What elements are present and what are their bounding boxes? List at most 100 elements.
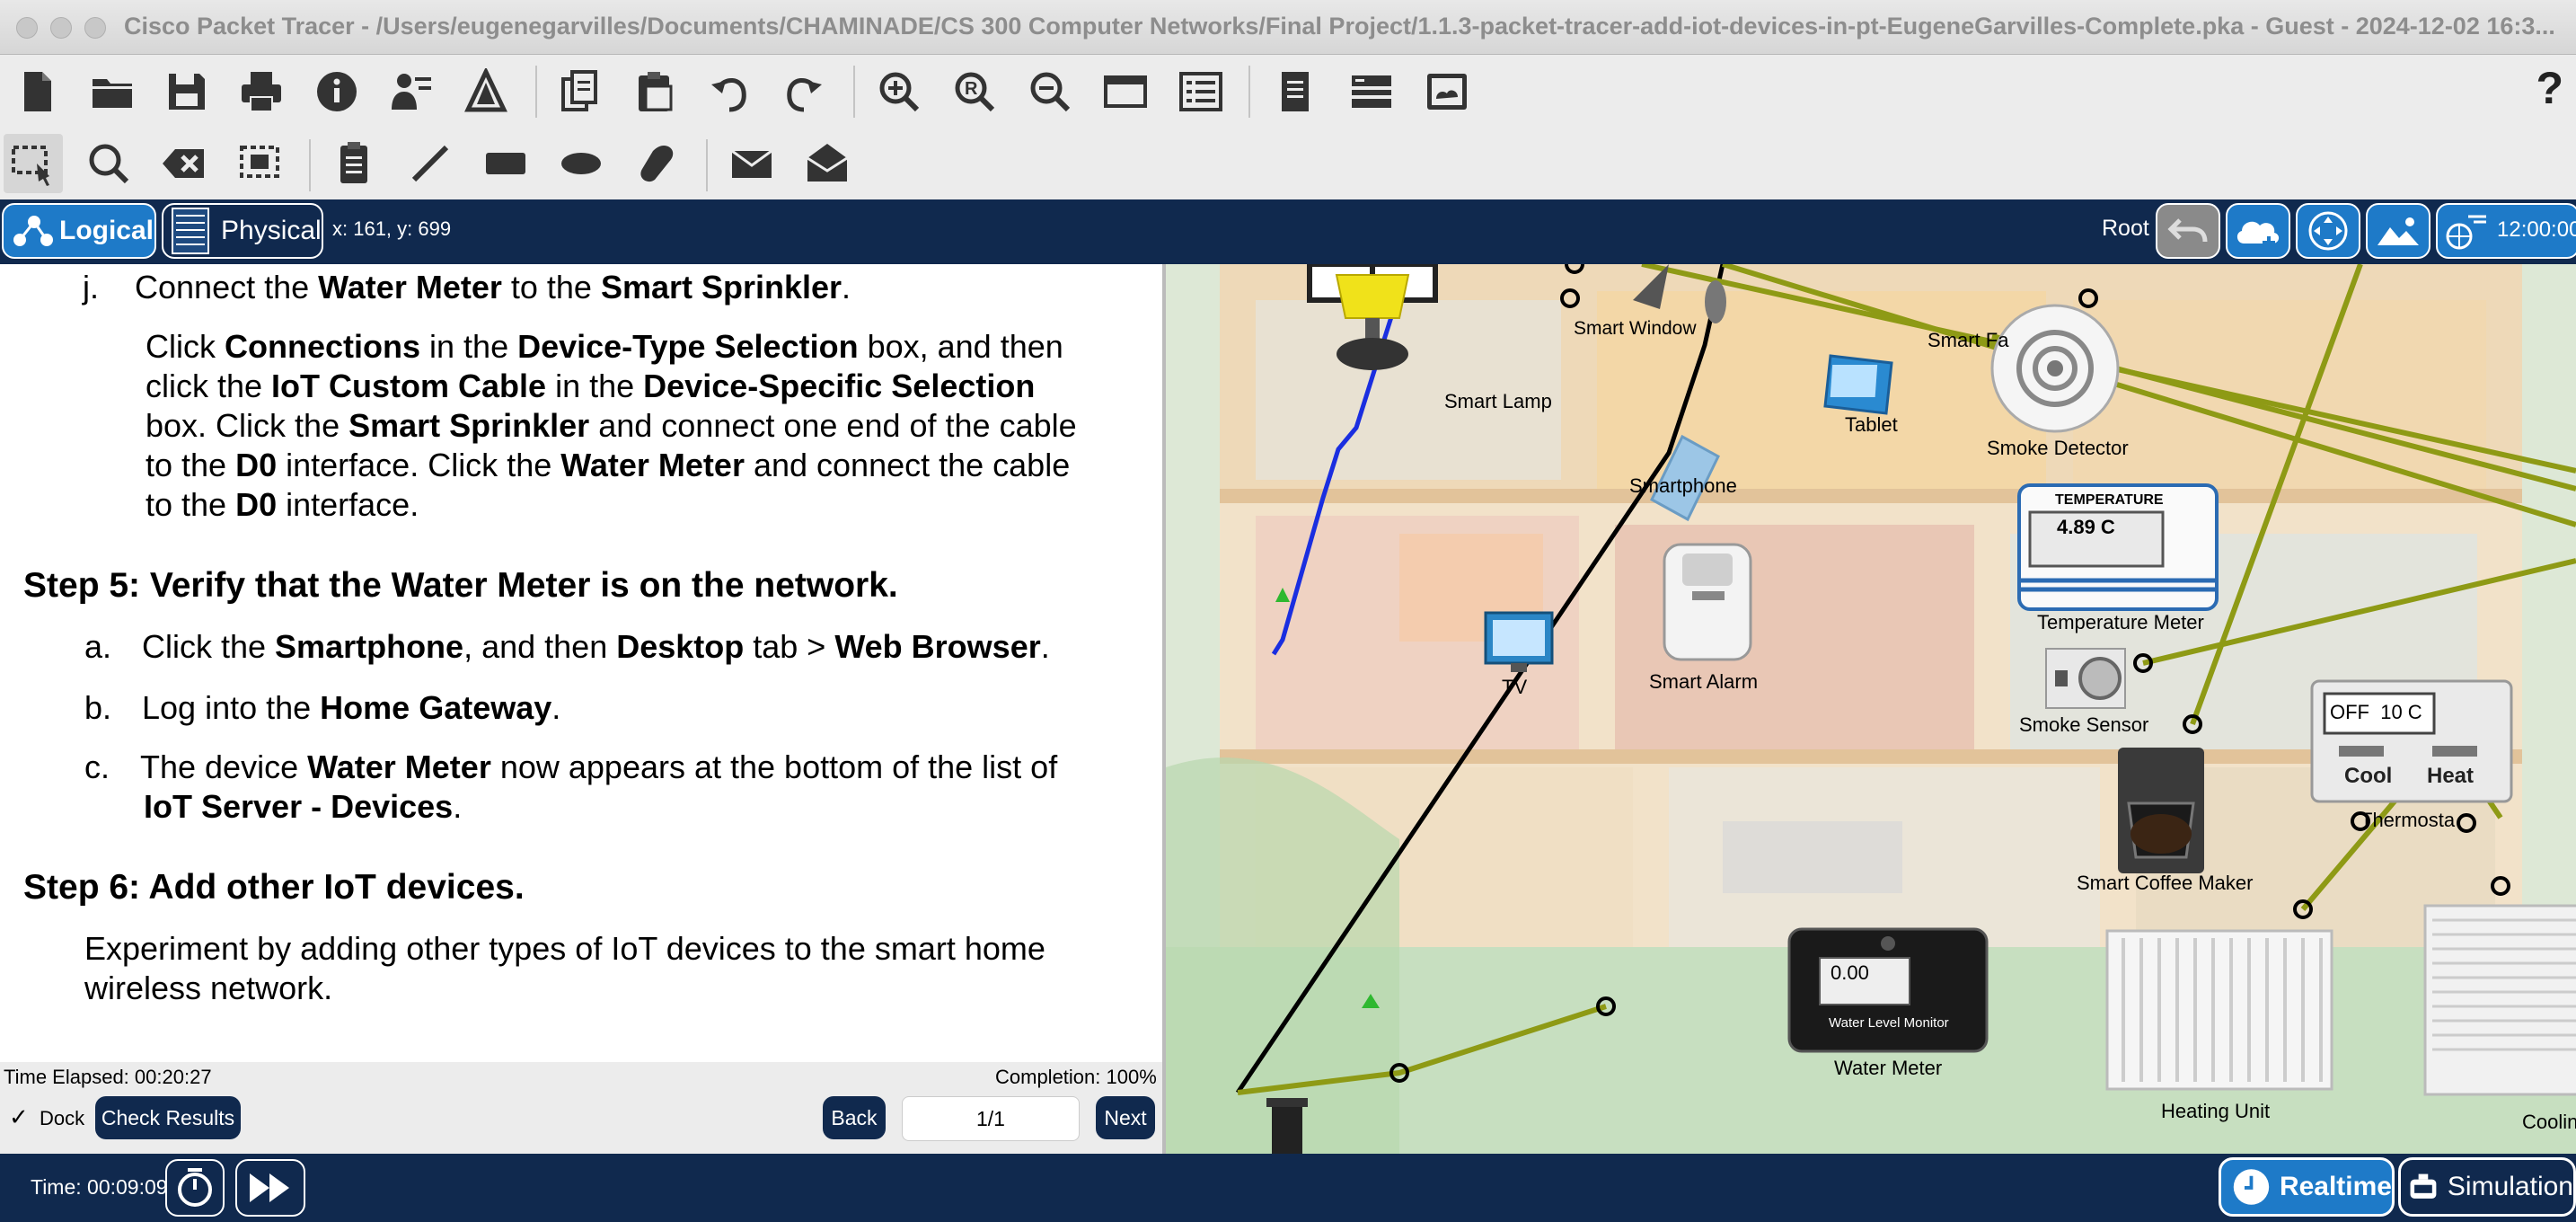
check-results-button[interactable]: Check Results xyxy=(95,1096,241,1139)
logical-workspace-button[interactable]: Logical xyxy=(2,203,156,259)
tv-device xyxy=(1484,611,1554,672)
step-a-letter: a. xyxy=(84,628,112,665)
tablet-label: Tablet xyxy=(1845,413,1898,436)
smart-lamp-label: Smart Lamp xyxy=(1444,390,1552,412)
zoom-reset-icon[interactable]: R xyxy=(945,62,1004,121)
cluster-icon[interactable] xyxy=(1342,62,1401,121)
title-bar: Cisco Packet Tracer - /Users/eugenegarvi… xyxy=(0,0,2576,55)
elapsed-time: Time: 00:09:09 xyxy=(31,1175,168,1199)
logical-label: Logical xyxy=(59,216,154,245)
print-icon[interactable] xyxy=(232,62,291,121)
inspect-icon[interactable] xyxy=(79,134,138,193)
pdu-list-icon[interactable] xyxy=(1417,62,1477,121)
smart-coffee-maker-device xyxy=(2118,748,2204,873)
zoom-out-icon[interactable] xyxy=(1020,62,1080,121)
activity-status-bar: Time Elapsed: 00:20:27 Completion: 100% … xyxy=(0,1062,1162,1154)
close-window-button[interactable] xyxy=(16,17,38,39)
smoke-sensor-label: Smoke Sensor xyxy=(2019,713,2149,736)
step-j-text: Connect the Water Meter to the Smart Spr… xyxy=(135,269,851,306)
simulation-mode-button[interactable]: Simulation xyxy=(2398,1157,2576,1217)
draw-freeform-icon[interactable] xyxy=(627,134,686,193)
water-meter-device xyxy=(1787,927,1989,1053)
smartphone-label: Smartphone xyxy=(1629,474,1737,497)
rack-icon xyxy=(172,208,209,254)
add-simple-pdu-icon[interactable] xyxy=(722,134,781,193)
step-5-heading: Step 5: Verify that the Water Meter is o… xyxy=(23,566,898,605)
zoom-in-icon[interactable] xyxy=(869,62,929,121)
back-button[interactable]: Back xyxy=(823,1096,886,1139)
move-arrows-icon xyxy=(2308,211,2348,251)
move-object-button[interactable] xyxy=(2296,203,2360,259)
new-cluster-button[interactable] xyxy=(2226,203,2290,259)
select-icon[interactable] xyxy=(4,134,63,193)
cursor-coordinates: x: 161, y: 699 xyxy=(332,217,452,240)
smart-window-label: Smart Window xyxy=(1574,318,1697,339)
minimize-window-button[interactable] xyxy=(50,17,72,39)
activity-wizard-icon[interactable] xyxy=(382,62,441,121)
simulation-bottom-bar: Time: 00:09:09 Realtime Simulation xyxy=(0,1154,2576,1222)
undo-icon[interactable] xyxy=(700,62,759,121)
custom-device-icon[interactable] xyxy=(456,62,516,121)
realtime-label: Realtime xyxy=(2279,1172,2392,1201)
smoke-sensor-device xyxy=(2045,648,2126,709)
tv-label: TV xyxy=(1502,676,1528,698)
step-a-text: Click the Smartphone, and then Desktop t… xyxy=(142,628,1050,665)
info-icon[interactable] xyxy=(307,62,366,121)
instruction-line: box. Click the Smart Sprinkler and conne… xyxy=(146,407,1077,444)
open-folder-icon[interactable] xyxy=(83,62,142,121)
save-icon[interactable] xyxy=(157,62,216,121)
dock-label: Dock xyxy=(40,1107,85,1129)
svg-text:R: R xyxy=(965,79,978,99)
timer-reset-icon xyxy=(178,1168,212,1207)
draw-line-icon[interactable] xyxy=(401,134,460,193)
copy-icon[interactable] xyxy=(550,62,609,121)
toolbar-separator xyxy=(309,139,311,191)
redo-icon[interactable] xyxy=(774,62,834,121)
thermostat-cool-label: Cool xyxy=(2344,764,2393,788)
set-background-button[interactable] xyxy=(2366,203,2430,259)
completion-percentage: Completion: 100% xyxy=(995,1066,1157,1088)
cooling-label: Coolin xyxy=(2522,1111,2576,1133)
resize-shape-icon[interactable] xyxy=(230,134,289,193)
physical-workspace-button[interactable]: Physical xyxy=(162,203,323,259)
temperature-meter-label: Temperature Meter xyxy=(2037,611,2204,633)
physical-label: Physical xyxy=(221,216,322,245)
logical-workspace-canvas[interactable]: Smart Window Smart Lamp Smart Fa Tablet … xyxy=(1166,264,2576,1154)
new-file-icon[interactable] xyxy=(7,62,66,121)
temperature-header: TEMPERATURE xyxy=(2055,492,2164,508)
instruction-line: to the D0 interface. xyxy=(146,486,419,523)
heating-unit-device xyxy=(2105,929,2333,1091)
clock-icon xyxy=(2233,1169,2270,1205)
realtime-mode-button[interactable]: Realtime xyxy=(2219,1157,2395,1217)
draw-ellipse-icon[interactable] xyxy=(551,134,611,193)
simulation-clock: 12:00:00 xyxy=(2497,217,2576,242)
delete-icon[interactable] xyxy=(154,134,214,193)
draw-rectangle-icon[interactable] xyxy=(476,134,535,193)
back-arrow-icon xyxy=(2167,218,2208,243)
drawing-palette-icon[interactable] xyxy=(1096,62,1155,121)
tablet-device xyxy=(1823,354,1893,415)
root-label: Root xyxy=(2102,216,2149,241)
smoke-detector-label: Smoke Detector xyxy=(1987,437,2129,459)
add-complex-pdu-icon[interactable] xyxy=(798,134,857,193)
zoom-window-button[interactable] xyxy=(84,17,106,39)
page-number-field[interactable]: 1/1 xyxy=(902,1096,1080,1141)
step-c-letter: c. xyxy=(84,748,110,785)
time-elapsed: Time Elapsed: 00:20:27 xyxy=(4,1066,212,1088)
instruction-line: click the IoT Custom Cable in the Device… xyxy=(146,367,1036,404)
dock-checkbox[interactable]: ✓ xyxy=(9,1105,29,1129)
help-icon[interactable]: ? xyxy=(2536,62,2563,114)
custom-devices-dialog-icon[interactable] xyxy=(1171,62,1231,121)
place-note-icon[interactable] xyxy=(325,134,384,193)
viewport-icon[interactable] xyxy=(1266,62,1326,121)
cloud-plus-icon xyxy=(2236,221,2280,249)
reset-timer-button[interactable] xyxy=(165,1159,225,1217)
cooling-unit-device xyxy=(2423,904,2576,1096)
simulation-label: Simulation xyxy=(2447,1172,2573,1201)
fast-forward-button[interactable] xyxy=(235,1159,305,1217)
paste-icon[interactable] xyxy=(625,62,684,121)
next-button[interactable]: Next xyxy=(1096,1096,1155,1139)
instructions-panel: j. Connect the Water Meter to the Smart … xyxy=(0,264,1162,1062)
heating-unit-label: Heating Unit xyxy=(2161,1100,2271,1122)
back-cluster-button[interactable] xyxy=(2156,203,2220,259)
